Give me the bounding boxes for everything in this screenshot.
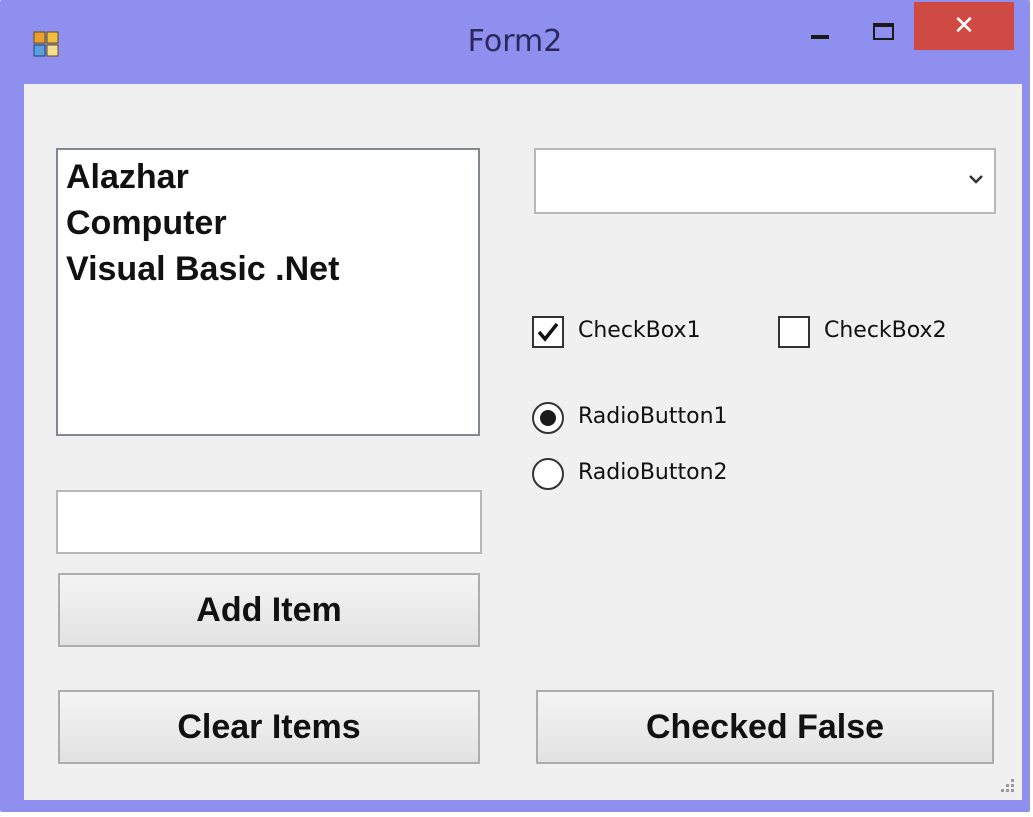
item-textbox[interactable] <box>56 490 482 554</box>
list-item[interactable]: Computer <box>58 200 478 246</box>
items-listbox[interactable]: Alazhar Computer Visual Basic .Net <box>56 148 480 436</box>
radio-selected-dot <box>540 410 556 426</box>
form2-window: Form2 ✕ Alazhar Computer Visual Basic .N… <box>0 0 1030 812</box>
checkbox1-label: CheckBox1 <box>578 318 701 343</box>
client-area: Alazhar Computer Visual Basic .Net Check… <box>24 84 1022 800</box>
list-item[interactable]: Visual Basic .Net <box>58 246 478 292</box>
chevron-down-icon[interactable] <box>966 169 986 189</box>
add-item-button[interactable]: Add Item <box>58 573 480 647</box>
combobox[interactable] <box>534 148 996 214</box>
title-bar[interactable]: Form2 ✕ <box>0 0 1030 84</box>
close-icon[interactable]: ✕ <box>914 2 1014 50</box>
radiobutton2-label: RadioButton2 <box>578 460 728 485</box>
checkmark-icon <box>537 322 559 342</box>
minimize-icon[interactable] <box>800 8 848 48</box>
checkbox1[interactable] <box>532 316 564 348</box>
radiobutton1[interactable] <box>532 402 564 434</box>
radiobutton1-label: RadioButton1 <box>578 404 728 429</box>
checkbox2[interactable] <box>778 316 810 348</box>
list-item[interactable]: Alazhar <box>58 154 478 200</box>
maximize-icon[interactable] <box>858 8 906 48</box>
radiobutton2[interactable] <box>532 458 564 490</box>
resize-grip-icon[interactable] <box>996 774 1016 794</box>
clear-items-button[interactable]: Clear Items <box>58 690 480 764</box>
checked-false-button[interactable]: Checked False <box>536 690 994 764</box>
checkbox2-label: CheckBox2 <box>824 318 947 343</box>
